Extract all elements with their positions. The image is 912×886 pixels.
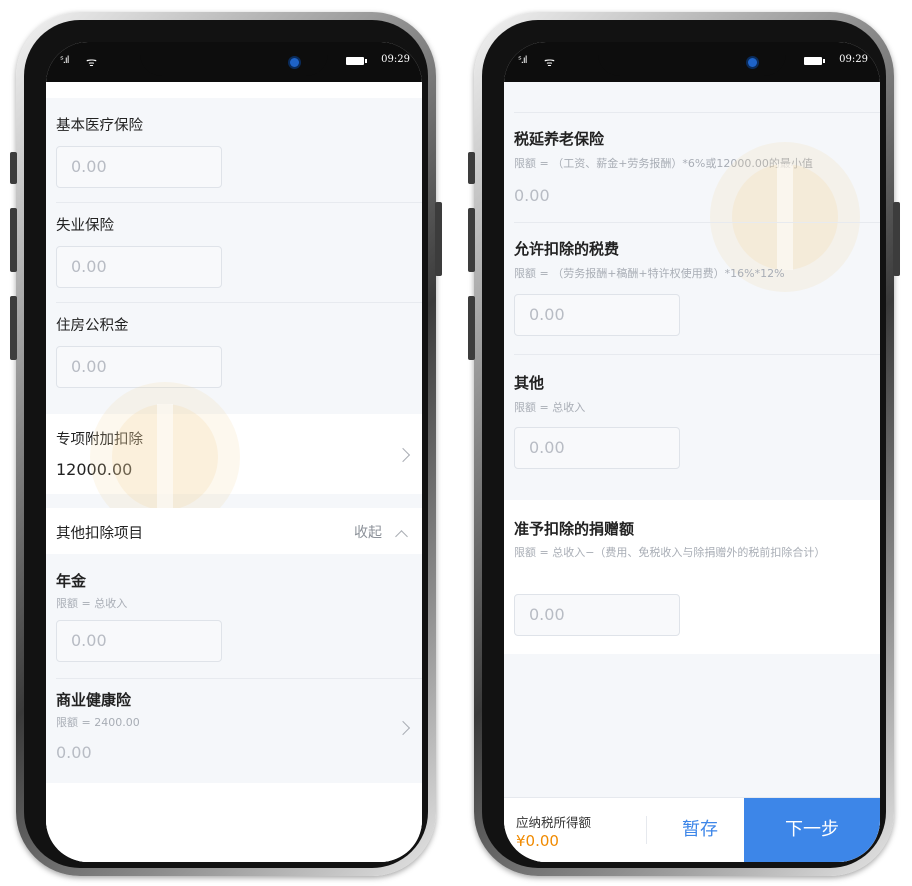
phone-frame-right: ˢ.ıl ᯤ 09:29 税延养老保险 限额 = （工资、薪金+劳务报酬）*6%…	[468, 12, 900, 876]
signal-icon: ˢ.ıl	[60, 55, 70, 66]
health-insurance-label: 商业健康险	[56, 691, 132, 709]
form-content[interactable]: 基本医疗保险 0.00 失业保险 0.00 住房公积金 0.00 专项附加扣除 …	[46, 82, 422, 862]
camera-icon	[748, 58, 757, 67]
form-content[interactable]: 税延养老保险 限额 = （工资、薪金+劳务报酬）*6%或12000.00的最小值…	[504, 82, 880, 862]
other-limit-hint: 限额 = 总收入	[514, 401, 586, 414]
next-step-button[interactable]: 下一步	[744, 798, 880, 862]
pension-limit-hint: 限额 = （工资、薪金+劳务报酬）*6%或12000.00的最小值	[514, 157, 813, 170]
status-time: 09:29	[839, 54, 868, 65]
volume-up-button	[10, 208, 17, 272]
allowed-tax-label: 允许扣除的税费	[514, 240, 620, 258]
collapse-link[interactable]: 收起	[354, 522, 382, 542]
bottom-action-bar: 应纳税所得额 ¥0.00 暂存 下一步	[504, 797, 880, 862]
health-insurance-limit-hint: 限额 = 2400.00	[56, 716, 140, 729]
wifi-icon: ᯤ	[544, 55, 555, 69]
unemployment-insurance-label: 失业保险	[56, 218, 114, 234]
donation-label: 准予扣除的捐赠额	[514, 520, 635, 538]
donation-limit-hint: 限额 = 总收入−（费用、免税收入与除捐赠外的税前扣除合计）	[514, 546, 826, 559]
annuity-input[interactable]: 0.00	[56, 620, 222, 662]
power-button	[893, 202, 900, 276]
volume-down-button	[468, 296, 475, 360]
volume-down-button	[10, 296, 17, 360]
power-button	[435, 202, 442, 276]
notch	[140, 42, 328, 76]
save-draft-button[interactable]: 暂存	[650, 798, 750, 862]
battery-icon	[346, 57, 367, 65]
special-deduction-label: 专项附加扣除	[56, 432, 143, 448]
unemployment-insurance-input[interactable]: 0.00	[56, 246, 222, 288]
mute-switch	[468, 152, 475, 184]
health-insurance-row[interactable]: 商业健康险 限额 = 2400.00 0.00	[46, 679, 422, 783]
taxable-income-amount: ¥0.00	[516, 832, 559, 850]
wifi-icon: ᯤ	[86, 55, 97, 69]
other-deduction-header[interactable]: 其他扣除项目 收起	[46, 508, 422, 554]
phone-frame-left: ˢ.ıl ᯤ 09:29 基本医疗保险 0.00 失业保险 0.00 住房公积金…	[10, 12, 442, 876]
housing-fund-input[interactable]: 0.00	[56, 346, 222, 388]
screen-right: ˢ.ıl ᯤ 09:29 税延养老保险 限额 = （工资、薪金+劳务报酬）*6%…	[504, 42, 880, 862]
donation-input[interactable]: 0.00	[514, 594, 680, 636]
camera-icon	[290, 58, 299, 67]
medical-insurance-label: 基本医疗保险	[56, 118, 143, 134]
screen-left: ˢ.ıl ᯤ 09:29 基本医疗保险 0.00 失业保险 0.00 住房公积金…	[46, 42, 422, 862]
pension-value: 0.00	[514, 186, 550, 205]
battery-icon	[804, 57, 825, 65]
donation-section: 准予扣除的捐赠额 限额 = 总收入−（费用、免税收入与除捐赠外的税前扣除合计） …	[504, 500, 880, 654]
chevron-up-icon[interactable]	[395, 530, 408, 543]
special-deduction-value: 12000.00	[56, 460, 133, 479]
notch	[598, 42, 786, 76]
allowed-tax-limit-hint: 限额 = （劳务报酬+稿酬+特许权使用费）*16%*12%	[514, 267, 785, 280]
medical-insurance-input[interactable]: 0.00	[56, 146, 222, 188]
volume-up-button	[468, 208, 475, 272]
status-bar: ˢ.ıl ᯤ 09:29	[504, 42, 880, 82]
allowed-tax-input[interactable]: 0.00	[514, 294, 680, 336]
taxable-income-label: 应纳税所得额	[516, 815, 592, 830]
other-deduction-label: 其他扣除项目	[56, 526, 143, 542]
housing-fund-label: 住房公积金	[56, 318, 129, 334]
special-deduction-row[interactable]: 专项附加扣除 12000.00	[46, 414, 422, 494]
annuity-limit-hint: 限额 = 总收入	[56, 597, 128, 610]
status-bar: ˢ.ıl ᯤ 09:29	[46, 42, 422, 82]
chevron-right-icon	[395, 447, 411, 463]
mute-switch	[10, 152, 17, 184]
pension-insurance-label: 税延养老保险	[514, 130, 605, 148]
status-time: 09:29	[381, 54, 410, 65]
other-label: 其他	[514, 374, 545, 392]
annuity-label: 年金	[56, 572, 87, 590]
health-insurance-value: 0.00	[56, 743, 92, 762]
signal-icon: ˢ.ıl	[518, 55, 528, 66]
other-input[interactable]: 0.00	[514, 427, 680, 469]
chevron-right-icon	[395, 720, 411, 736]
